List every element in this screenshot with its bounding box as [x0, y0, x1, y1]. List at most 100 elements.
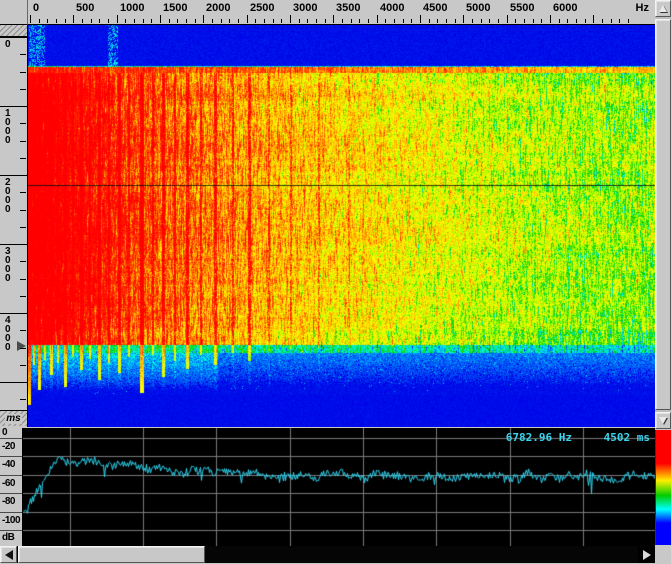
- freq-tick: [429, 19, 430, 23]
- freq-tick: [489, 19, 490, 23]
- time-tick: [20, 192, 26, 193]
- time-tick: [20, 210, 26, 211]
- time-label: 4 0 0 0: [5, 316, 11, 352]
- spectrogram-canvas[interactable]: [28, 25, 655, 427]
- freq-tick: [91, 19, 92, 23]
- vertical-scrollbar-thumb[interactable]: [655, 19, 671, 410]
- freq-tick: [203, 15, 204, 23]
- freq-tick: [498, 19, 499, 23]
- scroll-up-button[interactable]: [655, 0, 671, 17]
- freq-tick: [585, 19, 586, 23]
- freq-label: 500: [76, 2, 94, 14]
- db-gridline: [0, 530, 22, 531]
- horizontal-scrollbar-thumb[interactable]: [18, 546, 205, 563]
- left-arrow-icon: [5, 550, 13, 560]
- freq-tick: [325, 19, 326, 23]
- freq-tick: [628, 19, 629, 23]
- freq-tick: [73, 15, 74, 23]
- freq-tick: [186, 19, 187, 23]
- frequency-readout: 6782.96 Hz: [506, 431, 572, 444]
- freq-tick: [515, 19, 516, 23]
- freq-tick: [212, 19, 213, 23]
- time-tick: [20, 399, 26, 400]
- freq-tick: [541, 19, 542, 23]
- db-gridline: [0, 475, 22, 476]
- freq-tick: [299, 19, 300, 23]
- db-label: -40: [2, 459, 15, 470]
- time-ruler: ms 0 1 0 0 0 2 0 0 0 3 0 0 0 4 0 0 0: [0, 25, 28, 427]
- freq-tick: [333, 15, 334, 23]
- freq-tick: [593, 15, 594, 23]
- color-scale-bar: [655, 430, 671, 545]
- ruler-corner: [0, 0, 28, 25]
- spectrum-canvas[interactable]: [23, 428, 655, 546]
- time-major-line: [0, 313, 27, 314]
- time-label: 2 0 0 0: [5, 178, 11, 214]
- freq-tick: [316, 19, 317, 23]
- ruler-hatch-bottom: ms: [0, 410, 27, 426]
- freq-tick: [247, 15, 248, 23]
- freq-tick: [420, 15, 421, 23]
- freq-tick: [533, 19, 534, 23]
- freq-tick: [160, 15, 161, 23]
- freq-label: 4000: [380, 2, 404, 14]
- db-label: dB: [2, 532, 14, 543]
- time-major-line: [0, 244, 27, 245]
- freq-tick: [394, 19, 395, 23]
- ruler-hatch-top: [0, 25, 27, 37]
- freq-tick: [117, 15, 118, 23]
- spectrum-panel: 6782.96 Hz 4502 ms: [23, 428, 655, 546]
- freq-tick: [255, 19, 256, 23]
- freq-label: 1000: [120, 2, 144, 14]
- scroll-left-button[interactable]: [0, 546, 17, 563]
- down-arrow-icon: [659, 417, 667, 424]
- time-tick: [20, 365, 26, 366]
- time-major-line: [0, 37, 27, 38]
- freq-tick: [567, 19, 568, 23]
- freq-tick: [472, 19, 473, 23]
- freq-tick: [351, 19, 352, 23]
- db-gridline: [0, 512, 22, 513]
- freq-tick: [169, 19, 170, 23]
- time-label: 3 0 0 0: [5, 247, 11, 283]
- freq-tick: [463, 15, 464, 23]
- time-tick: [20, 72, 26, 73]
- freq-tick: [281, 19, 282, 23]
- up-arrow-icon: [659, 5, 667, 12]
- time-major-line: [0, 382, 27, 383]
- db-label: 0: [2, 427, 7, 438]
- horizontal-scrollbar[interactable]: [0, 546, 655, 563]
- freq-tick: [125, 19, 126, 23]
- freq-tick: [273, 19, 274, 23]
- vertical-scrollbar[interactable]: [655, 0, 671, 429]
- freq-tick: [576, 19, 577, 23]
- freq-label: 1500: [163, 2, 187, 14]
- freq-tick: [56, 19, 57, 23]
- time-tick: [20, 141, 26, 142]
- freq-tick: [611, 19, 612, 23]
- freq-tick: [619, 19, 620, 23]
- freq-tick: [30, 15, 31, 23]
- scroll-down-button[interactable]: [655, 412, 671, 429]
- freq-label: 4500: [423, 2, 447, 14]
- time-tick: [20, 261, 26, 262]
- db-label: -60: [2, 478, 15, 489]
- freq-label: 0: [33, 2, 39, 14]
- time-major-line: [0, 106, 27, 107]
- scroll-right-button[interactable]: [638, 546, 655, 563]
- time-label: 1 0 0 0: [5, 109, 11, 145]
- freq-tick: [481, 19, 482, 23]
- freq-tick: [47, 19, 48, 23]
- db-gridline: [0, 493, 22, 494]
- freq-tick: [437, 19, 438, 23]
- time-tick: [20, 227, 26, 228]
- time-label: 0: [5, 40, 11, 49]
- freq-tick: [238, 19, 239, 23]
- freq-label: 6000: [553, 2, 577, 14]
- db-gridline: [0, 456, 22, 457]
- freq-tick: [342, 19, 343, 23]
- freq-tick: [108, 19, 109, 23]
- time-tick: [20, 279, 26, 280]
- freq-tick: [602, 19, 603, 23]
- freq-tick: [264, 19, 265, 23]
